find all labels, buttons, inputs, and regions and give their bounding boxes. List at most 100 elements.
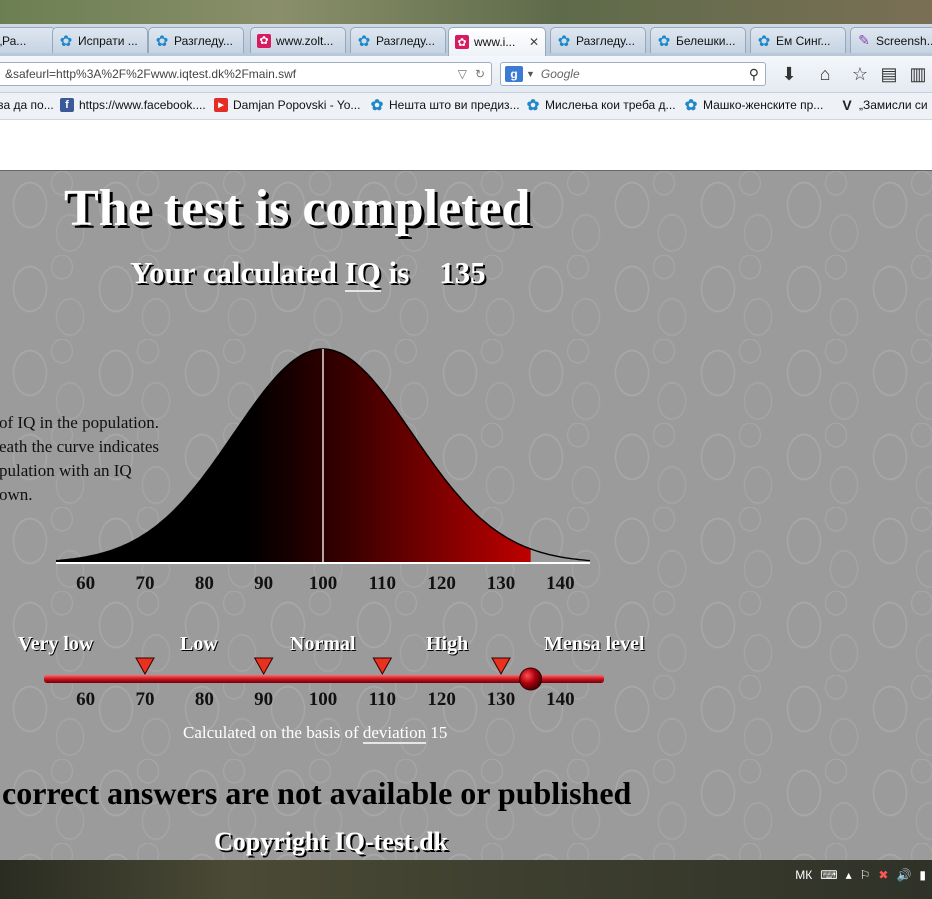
download-icon[interactable]: ⬇ [778, 64, 800, 85]
tab-label: Белешки... [676, 33, 736, 48]
reload-icon[interactable]: ↻ [475, 67, 485, 81]
curve-tick-label: 130 [486, 573, 516, 594]
curve-description: of IQ in the population. eath the curve … [0, 411, 199, 507]
description-line: eath the curve indicates [0, 437, 160, 456]
curve-tick-label: 110 [368, 573, 397, 594]
tab-label: Разгледу... [174, 33, 233, 48]
curve-tick-label: 120 [427, 573, 456, 594]
curve-tick-label: 80 [194, 573, 214, 594]
windows-taskbar: МК ⌨ ▴ ⚐ ✖ 🔊 ▮ [0, 860, 932, 899]
keyboard-icon[interactable]: ⌨ [820, 868, 837, 882]
tab-label: www.i... [474, 35, 516, 49]
browser-tab[interactable]: ✿ www.zolt... [250, 27, 346, 53]
slider-tick-label: 70 [135, 689, 155, 710]
slider-tick-label: 80 [194, 689, 214, 710]
slider-tick-label: 140 [546, 689, 575, 710]
iq-score: 135 [439, 255, 486, 290]
iq-result-panel: The test is completed Your calculated IQ… [0, 170, 932, 861]
description-line: of IQ in the population. [0, 413, 160, 432]
browser-tab[interactable]: ✿ Ем Синг... [750, 27, 846, 53]
search-magnifier-icon[interactable]: ⚲ [749, 66, 759, 83]
flower-icon: ✿ [370, 97, 384, 114]
deviation-link[interactable]: deviation [362, 723, 427, 744]
bookmark-label: за да по... [0, 98, 54, 112]
tab-label: Ем Синг... [776, 33, 831, 48]
caption-prefix: Calculated on the basis of [183, 723, 359, 742]
answers-notice: correct answers are not available or pub… [2, 775, 632, 811]
slider-tick-label: 130 [486, 689, 516, 710]
bookmark-label: Мислења кои треба д... [545, 98, 676, 112]
curve-tick-label: 140 [546, 573, 575, 594]
bookmark-item[interactable]: f https://www.facebook.... [60, 98, 206, 112]
bookmark-item[interactable]: ✿ Мислења кои треба д... [526, 97, 676, 114]
slider-tick-label: 120 [427, 689, 456, 710]
bookmark-item[interactable]: ✿ Машко-женските пр... [684, 97, 824, 114]
bookmark-item[interactable]: ✿ Нешта што ви предиз... [370, 97, 520, 114]
search-bar[interactable]: g ▼ Google ⚲ [500, 62, 766, 86]
copyright-text: Copyright IQ-test.dk [214, 827, 449, 856]
close-tab-icon[interactable]: ✕ [529, 35, 539, 49]
engine-dropdown-icon[interactable]: ▼ [526, 69, 535, 79]
scale-marker-triangle [253, 657, 274, 676]
dropdown-arrow-icon[interactable]: ▽ [458, 67, 467, 81]
slider-tick-label: 60 [76, 689, 96, 710]
curve-tick-label: 90 [254, 573, 274, 594]
language-indicator[interactable]: МК [795, 868, 812, 882]
addon-icon[interactable]: ▥ [907, 64, 929, 85]
flower-icon: ✿ [155, 32, 169, 50]
desktop-wallpaper-strip [0, 0, 932, 24]
curve-tick-label: 60 [76, 573, 96, 594]
iq-link[interactable]: IQ [344, 255, 381, 292]
flower-icon: ✿ [59, 32, 73, 50]
tab-label: Испрати ... [78, 33, 138, 48]
bookmark-label: „Замисли си [859, 98, 928, 112]
tab-label: Screensh... [876, 33, 932, 48]
browser-tab[interactable]: ✿С „Ра... [0, 27, 56, 53]
iq-slider-knob [519, 667, 543, 691]
google-engine-icon[interactable]: g [505, 66, 523, 82]
browser-tab[interactable]: ✿ Белешки... [650, 27, 746, 53]
browser-tab[interactable]: ✿ Испрати ... [52, 27, 148, 53]
browser-tab[interactable]: ✿ Разгледу... [148, 27, 244, 53]
home-icon[interactable]: ⌂ [814, 64, 836, 85]
scale-marker-triangle [491, 657, 511, 676]
feather-icon: ✎ [858, 32, 870, 48]
bookmark-label: Машко-женските пр... [703, 98, 824, 112]
scale-label-very-low: Very low [18, 633, 94, 655]
result-prefix: Your calculated [130, 255, 337, 290]
url-text: &safeurl=http%3A%2F%2Fwww.iqtest.dk%2Fma… [5, 67, 297, 81]
result-line: Your calculated IQ is 135 [130, 255, 486, 292]
bookmark-item[interactable]: V „Замисли си [840, 97, 928, 113]
youtube-icon: ▶ [214, 98, 228, 112]
deviation-caption: Calculated on the basis of deviation 15 [183, 723, 448, 744]
bell-curve-tail [530, 548, 590, 563]
browser-tab[interactable]: ✎ Screensh... [850, 27, 932, 53]
bookmark-item[interactable]: ▶ Damjan Popovski - Yo... [214, 98, 360, 112]
browser-tab[interactable]: ✿ Разгледу... [350, 27, 446, 53]
system-tray: МК ⌨ ▴ ⚐ ✖ 🔊 ▮ [795, 868, 932, 882]
vice-icon: V [842, 97, 852, 113]
tray-expand-icon[interactable]: ▴ [846, 868, 852, 882]
search-placeholder[interactable]: Google [541, 67, 580, 81]
flower-icon: ✿ [557, 32, 571, 50]
browser-tab[interactable]: ✿ Разгледу... [550, 27, 646, 53]
bookmark-item[interactable]: за да по... [0, 98, 54, 112]
volume-icon[interactable]: 🔊 [896, 868, 911, 882]
deviation-value: 15 [430, 723, 448, 742]
curve-tick-label: 70 [135, 573, 155, 594]
page-top-margin [0, 120, 932, 170]
flower-icon: ✿ [757, 32, 771, 50]
bookmarks-list-icon[interactable]: ▤ [878, 64, 900, 85]
scale-marker-triangle [372, 657, 393, 676]
navigation-bar: &safeurl=http%3A%2F%2Fwww.iqtest.dk%2Fma… [0, 56, 932, 93]
slider-tick-label: 110 [368, 689, 397, 710]
bookmark-star-icon[interactable]: ☆ [849, 64, 871, 85]
browser-tab[interactable]: ✿ www.i... ✕ [448, 27, 546, 56]
bookmarks-bar: за да по... f https://www.facebook.... ▶ Dam… [0, 93, 932, 120]
power-icon[interactable]: ▮ [919, 868, 926, 882]
flag-alert-icon[interactable]: ✖ [878, 868, 888, 882]
network-icon[interactable]: ⚐ [860, 868, 871, 882]
url-bar[interactable]: &safeurl=http%3A%2F%2Fwww.iqtest.dk%2Fma… [0, 62, 492, 86]
flower-icon: ✿ [684, 97, 698, 114]
flower-icon: ✿ [526, 97, 540, 114]
